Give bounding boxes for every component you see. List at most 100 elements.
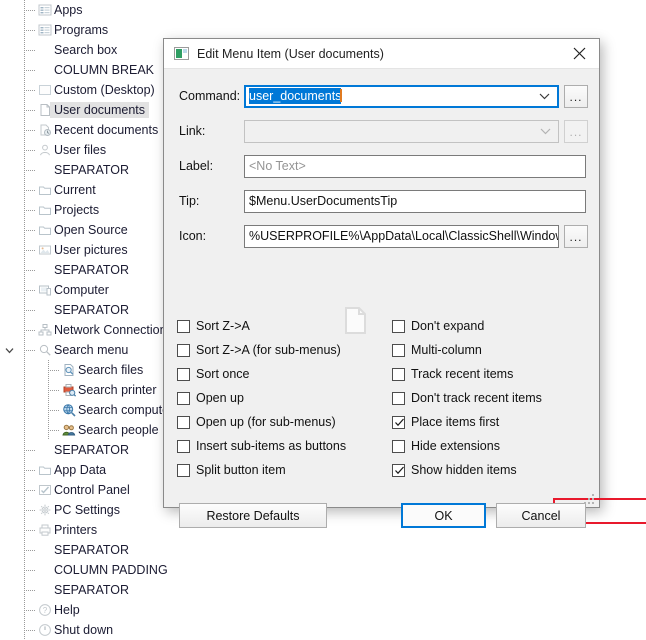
tree-item[interactable]: ? Help xyxy=(0,600,163,620)
resize-grip[interactable] xyxy=(584,494,595,505)
tip-input[interactable]: $Menu.UserDocumentsTip xyxy=(244,190,586,213)
tree-item-label: User files xyxy=(54,143,107,157)
tree-item[interactable]: SEPARATOR xyxy=(0,260,163,280)
tree-item[interactable]: Apps xyxy=(0,0,163,20)
chevron-down-icon[interactable] xyxy=(534,121,556,142)
tree-item[interactable]: App Data xyxy=(0,460,163,480)
label-label: Label: xyxy=(179,159,214,173)
checkbox-show-hidden-items[interactable]: Show hidden items xyxy=(392,460,517,480)
tree-item[interactable]: Shut down xyxy=(0,620,163,640)
tree-item-label: Printers xyxy=(54,523,98,537)
tree-elbow xyxy=(24,590,36,591)
tree-elbow xyxy=(24,250,36,251)
tree-elbow xyxy=(24,350,36,351)
tree-elbow xyxy=(24,490,36,491)
tree-item[interactable]: Search files xyxy=(0,360,163,380)
tree-item[interactable]: PC Settings xyxy=(0,500,163,520)
checkbox-open-up-for-sub-menus[interactable]: Open up (for sub-menus) xyxy=(177,412,336,432)
tree-item-label: Apps xyxy=(54,3,83,17)
close-icon[interactable] xyxy=(559,39,599,68)
tree-elbow xyxy=(24,130,36,131)
tree-item[interactable]: SEPARATOR xyxy=(0,300,163,320)
tree-item-label: SEPARATOR xyxy=(54,263,130,277)
chevron-down-icon[interactable] xyxy=(5,346,14,355)
tree-item[interactable]: Computer xyxy=(0,280,163,300)
tree-item[interactable]: Current xyxy=(0,180,163,200)
checkbox-insert-sub-items-as-buttons[interactable]: Insert sub-items as buttons xyxy=(177,436,346,456)
tree-item[interactable]: User files xyxy=(0,140,163,160)
link-browse-button[interactable]: ... xyxy=(564,120,588,143)
checkbox-sort-once[interactable]: Sort once xyxy=(177,364,250,384)
tree-item-label: PC Settings xyxy=(54,503,121,517)
tree-item-label: COLUMN PADDING xyxy=(54,563,168,577)
checkbox-don-t-expand[interactable]: Don't expand xyxy=(392,316,484,336)
checkbox-label: Place items first xyxy=(411,415,500,429)
tree-item[interactable]: User pictures xyxy=(0,240,163,260)
chevron-down-icon[interactable] xyxy=(533,87,555,106)
tree-item[interactable]: Custom (Desktop) xyxy=(0,80,163,100)
tree-item-label: Network Connections xyxy=(54,323,173,337)
tree-item[interactable]: COLUMN PADDING xyxy=(0,560,168,580)
tree-elbow xyxy=(48,370,60,371)
cancel-button[interactable]: Cancel xyxy=(496,503,586,528)
tree-item[interactable]: SEPARATOR xyxy=(0,580,163,600)
tree-elbow xyxy=(24,470,36,471)
checkbox-label: Don't track recent items xyxy=(411,391,542,405)
icon-input[interactable]: %USERPROFILE%\AppData\Local\ClassicShell… xyxy=(244,225,559,248)
tree-elbow xyxy=(24,150,36,151)
checkbox-label: Sort Z->A xyxy=(196,319,250,333)
link-input[interactable] xyxy=(244,120,559,143)
tree-item[interactable]: Search computers xyxy=(0,400,179,420)
tree-item[interactable]: SEPARATOR xyxy=(0,440,163,460)
tree-elbow xyxy=(24,630,36,631)
checkbox-place-items-first[interactable]: Place items first xyxy=(392,412,499,432)
tree-item-label: Search printer xyxy=(78,383,157,397)
label-input[interactable]: <No Text> xyxy=(244,155,586,178)
tree-elbow xyxy=(24,510,36,511)
tree-elbow xyxy=(24,570,36,571)
restore-defaults-button[interactable]: Restore Defaults xyxy=(179,503,327,528)
command-label: Command: xyxy=(179,89,241,103)
checkbox-multi-column[interactable]: Multi-column xyxy=(392,340,482,360)
dialog-title: Edit Menu Item (User documents) xyxy=(197,46,384,61)
checkbox-sort-z-a-for-sub-menus[interactable]: Sort Z->A (for sub-menus) xyxy=(177,340,341,360)
checkbox-don-t-track-recent-items[interactable]: Don't track recent items xyxy=(392,388,542,408)
checkbox-hide-extensions[interactable]: Hide extensions xyxy=(392,436,500,456)
tree-item[interactable]: Recent documents xyxy=(0,120,163,140)
command-input[interactable]: user_documents xyxy=(244,85,559,108)
tree-item[interactable]: SEPARATOR xyxy=(0,160,163,180)
tree-item[interactable]: Projects xyxy=(0,200,163,220)
checkbox-open-up[interactable]: Open up xyxy=(177,388,244,408)
checkbox-split-button-item[interactable]: Split button item xyxy=(177,460,286,480)
tree-item[interactable]: Control Panel xyxy=(0,480,163,500)
tree-item[interactable]: SEPARATOR xyxy=(0,540,163,560)
checkbox-track-recent-items[interactable]: Track recent items xyxy=(392,364,513,384)
tree-item[interactable]: Programs xyxy=(0,20,163,40)
tree-item-label: Open Source xyxy=(54,223,128,237)
tree-item[interactable]: Search printer xyxy=(0,380,163,400)
checkbox-sort-z-a[interactable]: Sort Z->A xyxy=(177,316,250,336)
tree-item[interactable]: Search menu xyxy=(0,340,163,360)
command-browse-button[interactable]: ... xyxy=(564,85,588,108)
tree-elbow xyxy=(24,270,36,271)
tree-elbow xyxy=(24,450,36,451)
tree-item[interactable]: User documents xyxy=(0,100,163,120)
tree-item[interactable]: Search people xyxy=(0,420,163,440)
tree-item[interactable]: Printers xyxy=(0,520,163,540)
tree-item-label: SEPARATOR xyxy=(54,163,130,177)
tree-item[interactable]: Search box xyxy=(0,40,163,60)
tree-guide xyxy=(24,400,25,420)
command-value: user_documents xyxy=(249,88,342,104)
tree-elbow xyxy=(24,310,36,311)
checkbox-label: Split button item xyxy=(196,463,286,477)
tree-item-label: Search box xyxy=(54,43,118,57)
command-row: Command: user_documents ... xyxy=(164,85,599,109)
checkbox-box xyxy=(392,367,405,381)
tree-item[interactable]: COLUMN BREAK xyxy=(0,60,163,80)
ok-button[interactable]: OK xyxy=(401,503,486,528)
icon-browse-button[interactable]: ... xyxy=(564,225,588,248)
tree-item[interactable]: Open Source xyxy=(0,220,163,240)
edit-menu-item-dialog: Edit Menu Item (User documents) Command:… xyxy=(163,38,646,528)
tree-item-label: Custom (Desktop) xyxy=(54,83,155,97)
tree-item[interactable]: Network Connections xyxy=(0,320,173,340)
